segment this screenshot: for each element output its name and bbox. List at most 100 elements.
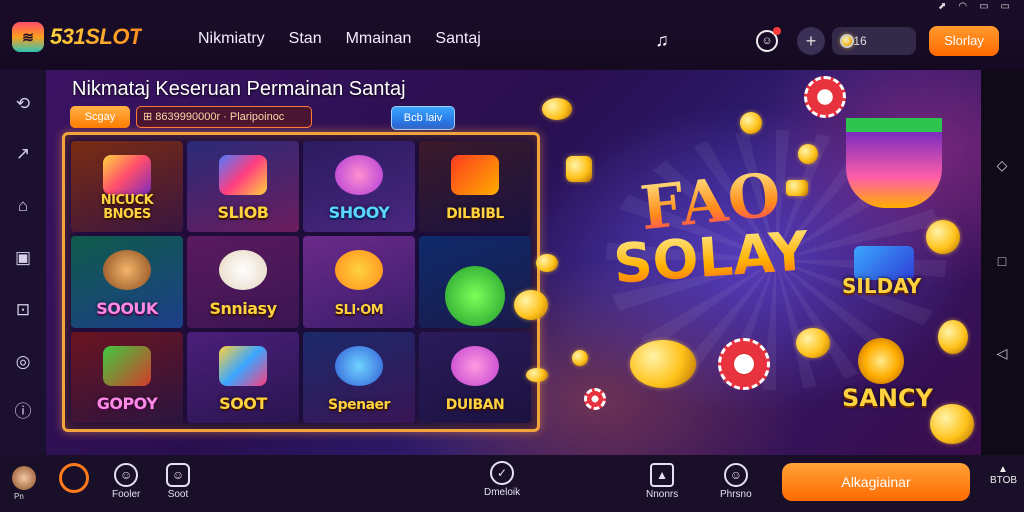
- hero-title: Nikmataj Keseruan Permainan Santaj: [72, 78, 406, 100]
- game-tile[interactable]: Snniasy: [187, 236, 299, 328]
- shell-icon: [335, 345, 383, 386]
- game-tile[interactable]: GOPOY: [71, 331, 183, 423]
- coin-icon: [930, 404, 974, 444]
- bottom-item-label: Soot: [167, 489, 189, 500]
- game-grid: NICUCK BNOES SLIOB SHOOY DILBIBL SOOUK S…: [71, 141, 531, 423]
- register-button[interactable]: Alkagiainar: [782, 463, 970, 501]
- game-title: GOPOY: [96, 394, 158, 413]
- featured-logo-line2: SOLAY: [579, 219, 842, 295]
- add-funds-button[interactable]: +: [797, 27, 825, 55]
- game-tile[interactable]: SHOOY: [303, 141, 415, 233]
- casino-chip-icon: [718, 338, 770, 390]
- info-icon[interactable]: ⓘ: [11, 400, 35, 424]
- game-tile[interactable]: SOOUK: [71, 236, 183, 328]
- game-tile[interactable]: NICUCK BNOES: [71, 141, 183, 233]
- bottom-item-label: Phrsno: [720, 489, 752, 500]
- coin-icon: [514, 290, 548, 320]
- coin-icon: [630, 340, 696, 388]
- game-art-icon: [219, 155, 267, 195]
- bell-icon[interactable]: ♫: [650, 28, 674, 52]
- balance-display[interactable]: $ 4416: [832, 27, 916, 55]
- nav-arrow-icon: ⬈: [937, 1, 947, 12]
- game-grid-frame: NICUCK BNOES SLIOB SHOOY DILBIBL SOOUK S…: [62, 132, 540, 432]
- bottom-item-4[interactable]: ▲ Nnonrs: [646, 463, 678, 500]
- main-nav: Nikmiatry Stan Mmainan Santaj: [198, 30, 481, 48]
- game-title: SOOUK: [96, 298, 158, 318]
- game-tile[interactable]: Spenaer: [303, 331, 415, 423]
- glove-icon: [219, 250, 267, 291]
- record-ring-button[interactable]: [59, 463, 89, 493]
- clock-icon[interactable]: ⟲: [11, 92, 35, 116]
- info-pill-button[interactable]: Bcb laiv: [391, 106, 455, 130]
- game-tile[interactable]: SLI·OM: [303, 236, 415, 328]
- battery-icon: ▭: [979, 1, 989, 12]
- home-square-icon[interactable]: □: [991, 250, 1013, 272]
- gift-icon[interactable]: ⊡: [11, 298, 35, 322]
- fruit-basket-icon: [846, 118, 942, 208]
- back-to-top-label: BTOB: [990, 475, 1018, 486]
- brand-logo[interactable]: ≋ 531SLOT: [12, 22, 142, 52]
- bottom-item-5[interactable]: ☺ Phrsno: [720, 463, 752, 500]
- game-tile[interactable]: [419, 236, 531, 328]
- coin-icon: [796, 328, 830, 358]
- nav-item-3[interactable]: Mmainan: [346, 30, 412, 48]
- nav-item-1[interactable]: Nikmiatry: [198, 30, 265, 48]
- bottom-item-2[interactable]: ☺ Soot: [166, 463, 190, 500]
- coin-icon: [938, 320, 968, 354]
- smile-icon: ☺: [166, 463, 190, 487]
- bottom-item-label: Dmeloik: [484, 487, 521, 498]
- coin-icon: [335, 250, 383, 291]
- bottom-item-1[interactable]: ☺ Fooler: [112, 463, 140, 500]
- signal-icon: ▭: [1000, 1, 1010, 12]
- status-bar: ⬈ ◠ ▭ ▭: [938, 0, 1010, 14]
- play-pill-button[interactable]: Scgay: [70, 106, 130, 128]
- game-tile[interactable]: SLIOB: [187, 141, 299, 233]
- login-button[interactable]: Slorlay: [929, 26, 999, 56]
- home-icon[interactable]: ⌂: [11, 194, 35, 218]
- coin-icon: [526, 368, 548, 382]
- game-tile[interactable]: SOOT: [187, 331, 299, 423]
- notification-dot: [773, 27, 781, 35]
- bottom-item-3[interactable]: ✓ Dmeloik: [484, 461, 520, 498]
- back-to-top-button[interactable]: ▲ BTOB: [990, 464, 1018, 486]
- coin-icon: [926, 220, 960, 254]
- nav-item-2[interactable]: Stan: [289, 30, 322, 48]
- profile-icon: ☺: [723, 463, 748, 487]
- recent-apps-icon[interactable]: ◇: [991, 154, 1013, 176]
- promo-badge[interactable]: SANCY: [842, 384, 933, 412]
- gift-box-icon: [103, 345, 151, 386]
- coin-icon: [572, 350, 588, 366]
- pig-icon: [451, 345, 499, 386]
- game-title: DILBIBL: [446, 206, 504, 223]
- location-icon[interactable]: ◎: [11, 350, 35, 374]
- casino-chip-icon: [804, 76, 846, 118]
- q-letter-icon: [445, 266, 505, 327]
- game-title: SLI·OM: [334, 302, 384, 318]
- game-title: DUIBAN: [445, 397, 505, 413]
- avatar[interactable]: [12, 466, 36, 490]
- game-tile[interactable]: DUIBAN: [419, 331, 531, 423]
- game-tile[interactable]: DILBIBL: [419, 141, 531, 233]
- flag-icon: [219, 345, 267, 386]
- hero-banner: Nikmataj Keseruan Permainan Santaj Scgay…: [46, 70, 981, 455]
- coin-icon: [542, 98, 572, 120]
- share-icon[interactable]: ↗: [11, 142, 35, 166]
- up-arrow-icon: ▲: [998, 464, 1008, 475]
- chat-icon: ☺: [114, 463, 139, 487]
- game-art-icon: [103, 155, 151, 195]
- promo-badge[interactable]: SILDAY: [842, 274, 921, 298]
- coin-icon: [536, 254, 558, 272]
- back-icon[interactable]: ◁: [991, 342, 1013, 364]
- wifi-icon: ◠: [958, 1, 968, 12]
- coin-icon: $: [840, 34, 854, 48]
- image-icon[interactable]: ▣: [11, 246, 35, 270]
- logo-mark-icon: ≋: [12, 22, 44, 52]
- left-sidebar: ⟲ ↗ ⌂ ▣ ⊡ ◎ ⓘ: [0, 70, 46, 455]
- nav-item-4[interactable]: Santaj: [435, 30, 480, 48]
- bottom-item-label: Fooler: [112, 489, 141, 500]
- dog-icon: [103, 250, 151, 291]
- game-title: SLIOB: [217, 203, 269, 223]
- featured-game-logo[interactable]: FAO SOLAY: [581, 160, 841, 296]
- coin-icon: [740, 112, 762, 134]
- chili-icon: [451, 155, 499, 195]
